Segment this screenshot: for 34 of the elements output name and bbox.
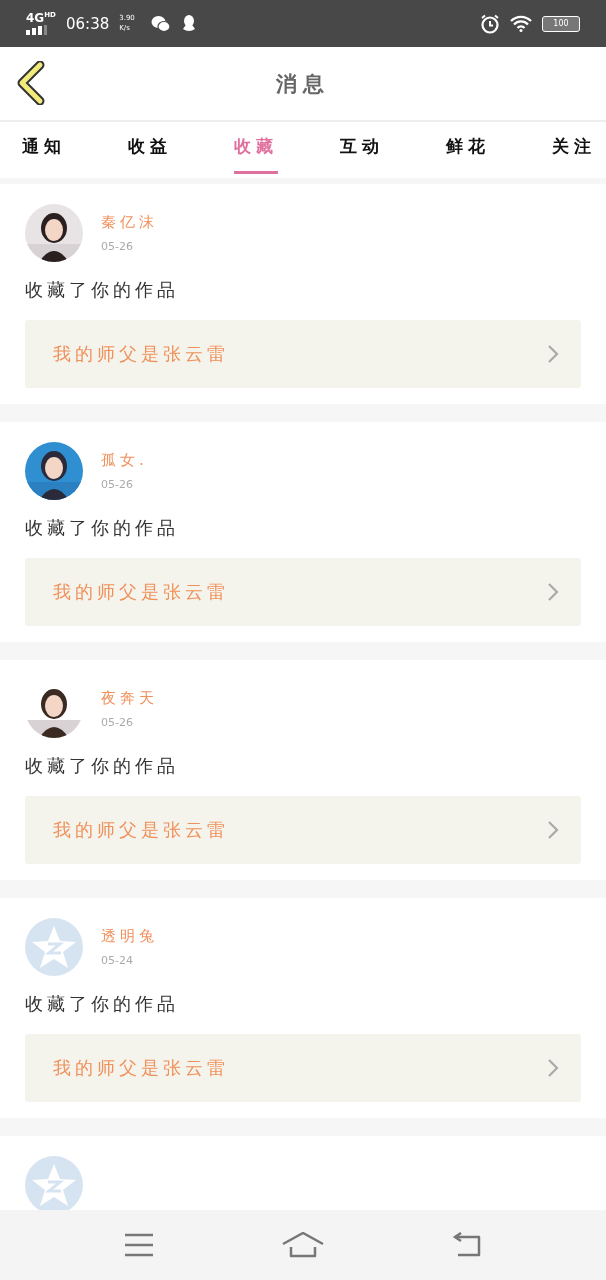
network-type: 4G xyxy=(26,12,45,24)
tab[interactable]: 收益 xyxy=(128,122,172,174)
message-date: 05-24 xyxy=(101,954,134,967)
message-text: 收藏了你的作品 xyxy=(25,754,180,778)
message-text: 收藏了你的作品 xyxy=(25,516,180,540)
chevron-icon xyxy=(547,1058,559,1078)
message-date: 05-26 xyxy=(101,478,134,491)
alarm-icon xyxy=(480,13,500,34)
tab[interactable]: 互动 xyxy=(340,122,384,174)
back-icon[interactable] xyxy=(452,1232,482,1258)
page-title: 消息 xyxy=(276,70,330,98)
menu-icon[interactable] xyxy=(124,1233,154,1257)
chevron-icon xyxy=(547,820,559,840)
user-name: 孤女. xyxy=(101,451,148,470)
home-icon[interactable] xyxy=(282,1232,324,1258)
star-avatar-icon xyxy=(25,918,83,976)
tab[interactable]: 通知 xyxy=(22,122,66,174)
tab[interactable]: 鲜花 xyxy=(446,122,490,174)
message-date: 05-26 xyxy=(101,716,134,729)
user-name: 秦亿沫 xyxy=(101,213,158,232)
wifi-icon xyxy=(510,15,532,32)
user-name: 夜奔天 xyxy=(101,689,158,708)
clock: 06:38 xyxy=(66,14,110,33)
message-text: 收藏了你的作品 xyxy=(25,278,180,302)
chevron-icon xyxy=(547,582,559,602)
battery-icon: 100 xyxy=(542,15,580,32)
message-text: 收藏了你的作品 xyxy=(25,992,180,1016)
user-name: 透明兔 xyxy=(101,927,158,946)
chat-bubbles-icon xyxy=(150,14,171,33)
message-date: 05-26 xyxy=(101,240,134,253)
tab[interactable]: 关注 xyxy=(552,122,596,174)
chevron-icon xyxy=(547,344,559,364)
signal-icon xyxy=(26,25,48,35)
back-button[interactable] xyxy=(16,61,46,108)
